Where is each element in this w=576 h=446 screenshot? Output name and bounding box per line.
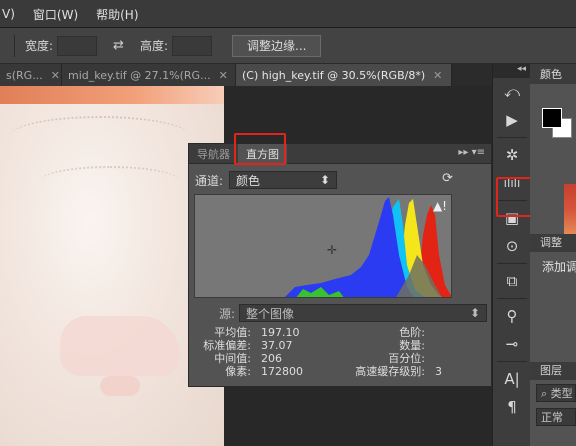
- menu-item-window[interactable]: 窗口(W): [33, 6, 78, 23]
- source-value: 整个图像: [246, 306, 295, 321]
- strip-divider: [496, 361, 527, 362]
- swap-icon[interactable]: ⇄: [113, 38, 124, 53]
- stat-level-label: 色阶:: [399, 326, 425, 339]
- tab-mid-key[interactable]: mid_key.tif @ 27.1%(RG... ✕: [62, 64, 236, 86]
- tab-high-key[interactable]: (C) high_key.tif @ 30.5%(RGB/8*) ✕: [236, 64, 452, 86]
- stat-row: 像素: 172800 高速缓存级别: 3: [195, 365, 487, 378]
- stat-median-value: 206: [261, 352, 282, 365]
- tab-label: mid_key.tif @ 27.1%(RG...: [68, 68, 211, 82]
- stat-percentile-value: [425, 352, 435, 365]
- hand-shape: [60, 316, 180, 376]
- hand-shape: [100, 376, 140, 396]
- tab-color[interactable]: 颜色: [530, 64, 576, 84]
- menu-item-help[interactable]: 帮助(H): [96, 6, 138, 23]
- stat-cache-value: 3: [435, 365, 442, 378]
- channel-label: 通道:: [195, 173, 224, 188]
- lace-pattern: [40, 166, 180, 196]
- menu-item-v[interactable]: V): [2, 7, 15, 21]
- layer-filter-search[interactable]: ⌕ 类型: [536, 384, 576, 402]
- stat-pixels-value: 172800: [261, 365, 303, 378]
- histogram-svg: [285, 197, 451, 297]
- stat-stddev-value: 37.07: [261, 339, 293, 352]
- strip-divider: [496, 263, 527, 264]
- right-panel: 颜色 调整 添加调 图层 ⌕ 类型 正常: [530, 64, 576, 446]
- stat-percentile-label: 百分位:: [388, 352, 425, 365]
- close-icon[interactable]: ✕: [51, 69, 60, 82]
- character-icon[interactable]: A|: [493, 365, 531, 393]
- channel-row: 通道: 颜色 ⬍: [195, 171, 338, 189]
- menu-bar: V) 窗口(W) 帮助(H): [0, 0, 576, 28]
- source-row: 源: 整个图像 ⬍: [195, 304, 487, 322]
- height-field[interactable]: [172, 35, 212, 56]
- close-icon[interactable]: ✕: [433, 69, 442, 82]
- foreground-color-swatch[interactable]: [542, 108, 562, 128]
- source-label: 源:: [218, 306, 235, 321]
- stat-row: 平均值: 197.10 色阶:: [195, 326, 487, 339]
- stat-row: 中间值: 206 百分位:: [195, 352, 487, 365]
- brush-icon[interactable]: ⚲: [493, 302, 531, 330]
- stat-pixels-label: 像素:: [225, 365, 251, 378]
- strip-divider: [496, 298, 527, 299]
- adjustments-panel: 添加调: [530, 252, 576, 362]
- navigator-icon[interactable]: ✲: [493, 141, 531, 169]
- cache-warning-icon[interactable]: ▲!: [433, 199, 447, 213]
- clone-source-icon[interactable]: ⧉: [493, 267, 531, 295]
- statistics: 平均值: 197.10 色阶: 标准偏差: 37.07 数量: 中间值: 206…: [195, 326, 487, 378]
- tab-adjustments[interactable]: 调整: [530, 234, 576, 252]
- panel-icon-strip: ◂◂ ⤺ ▶ ✲ ılılı ▣ ⊙ ⧉ ⚲ ⊸ A| ¶: [492, 64, 530, 446]
- layers-panel: ⌕ 类型 正常: [530, 380, 576, 446]
- background-strip: [0, 86, 224, 104]
- tab-label: (C) high_key.tif @ 30.5%(RGB/8*): [242, 68, 426, 82]
- stat-mean-label: 平均值:: [214, 326, 251, 339]
- panel-menu-icon[interactable]: ▸▸ ▾≡: [458, 147, 485, 158]
- refine-edge-button[interactable]: 调整边缘...: [232, 34, 322, 57]
- tab-layers[interactable]: 图层: [530, 362, 576, 380]
- color-panel: [530, 84, 576, 234]
- paragraph-icon[interactable]: ¶: [493, 393, 531, 421]
- strip-divider: [496, 137, 527, 138]
- lace-pattern: [10, 116, 190, 156]
- stat-count-label: 数量:: [399, 339, 425, 352]
- dropdown-arrow-icon: ⬍: [319, 173, 331, 187]
- tab-document-1[interactable]: s(RG... ✕: [0, 64, 62, 86]
- options-divider: [14, 34, 15, 57]
- refresh-icon[interactable]: ⟳: [442, 171, 453, 186]
- tab-label: s(RG...: [6, 68, 43, 82]
- stat-row: 标准偏差: 37.07 数量:: [195, 339, 487, 352]
- search-icon: ⌕: [541, 387, 548, 400]
- stat-cache-label: 高速缓存级别:: [355, 365, 425, 378]
- options-bar: 宽度: ⇄ 高度: 调整边缘...: [0, 28, 576, 64]
- actions-play-icon[interactable]: ▶: [493, 106, 531, 134]
- blend-mode-select[interactable]: 正常: [536, 408, 576, 426]
- stat-stddev-label: 标准偏差:: [203, 339, 251, 352]
- width-field[interactable]: [57, 35, 98, 56]
- history-icon[interactable]: ⤺: [493, 78, 531, 106]
- info-icon[interactable]: ⊙: [493, 232, 531, 260]
- layer-filter-type: 类型: [550, 387, 573, 400]
- stat-count-value: [425, 339, 435, 352]
- histogram-graph: ▲! ✛: [194, 194, 452, 298]
- tab-navigator[interactable]: 导航器: [189, 144, 238, 164]
- height-label: 高度:: [139, 39, 168, 53]
- brush-presets-icon[interactable]: ⊸: [493, 330, 531, 358]
- channel-value: 颜色: [236, 173, 261, 188]
- stat-median-label: 中间值:: [214, 352, 251, 365]
- collapse-icon[interactable]: ◂◂: [493, 64, 530, 78]
- crosshair-cursor-icon: ✛: [327, 243, 338, 257]
- stat-level-value: [425, 326, 435, 339]
- color-spectrum[interactable]: [564, 184, 576, 234]
- document-tabs: s(RG... ✕ mid_key.tif @ 27.1%(RG... ✕ (C…: [0, 64, 492, 86]
- dropdown-arrow-icon: ⬍: [469, 306, 480, 320]
- channel-select[interactable]: 颜色 ⬍: [229, 171, 338, 189]
- source-select[interactable]: 整个图像 ⬍: [239, 304, 487, 322]
- width-label: 宽度:: [25, 39, 54, 53]
- histogram-panel: 导航器 直方图 ▸▸ ▾≡ 通道: 颜色 ⬍ ⟳ ▲! ✛ 源: 整个图像 ⬍: [188, 143, 492, 387]
- close-icon[interactable]: ✕: [219, 69, 228, 82]
- add-adjustment-label: 添加调: [542, 260, 576, 274]
- stat-mean-value: 197.10: [261, 326, 300, 339]
- highlight-histogram-tab: [234, 133, 286, 165]
